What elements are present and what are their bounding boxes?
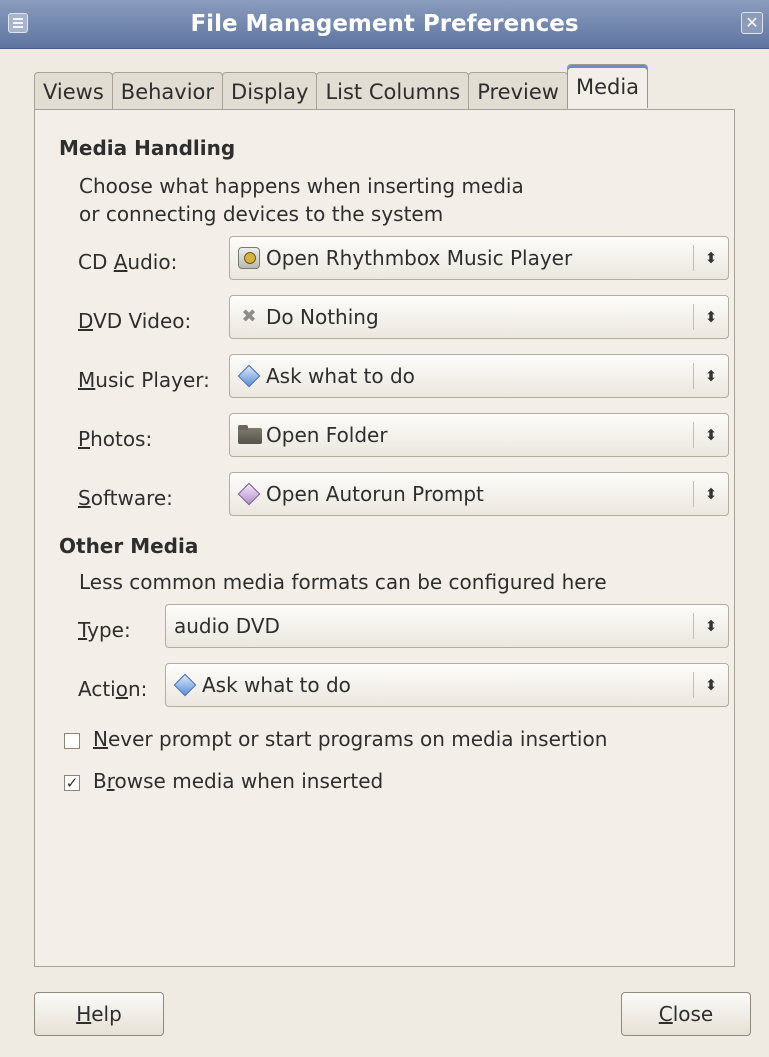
action-label: Action:	[78, 677, 148, 701]
type-label: Type:	[78, 618, 131, 642]
dvd-video-value: Do Nothing	[266, 305, 379, 329]
ask-icon	[174, 674, 196, 696]
help-button[interactable]: Help	[34, 992, 164, 1036]
folder-icon	[238, 424, 262, 446]
up-down-arrow-icon: ⬍	[704, 426, 718, 444]
never-prompt-checkbox[interactable]	[64, 733, 80, 749]
media-handling-description-2: or connecting devices to the system	[79, 202, 444, 226]
other-media-description: Less common media formats can be configu…	[79, 570, 607, 594]
browse-media-label[interactable]: Browse media when inserted	[93, 769, 383, 793]
photos-label: Photos:	[78, 427, 153, 451]
do-nothing-icon: ✖	[241, 306, 257, 327]
music-player-combo[interactable]: Ask what to do ⬍	[229, 354, 729, 398]
title-bar: File Management Preferences ✕	[0, 0, 769, 49]
window-title: File Management Preferences	[190, 11, 579, 37]
software-value: Open Autorun Prompt	[266, 482, 484, 506]
dvd-video-label: DVD Video:	[78, 309, 192, 333]
close-icon[interactable]: ✕	[741, 12, 763, 34]
photos-combo[interactable]: Open Folder ⬍	[229, 413, 729, 457]
cd-audio-label: CD Audio:	[78, 250, 178, 274]
type-combo[interactable]: audio DVD ⬍	[165, 604, 729, 648]
autorun-icon	[238, 483, 260, 505]
music-player-label: Music Player:	[78, 368, 210, 392]
up-down-arrow-icon: ⬍	[704, 676, 718, 694]
cd-audio-value: Open Rhythmbox Music Player	[266, 246, 573, 270]
media-handling-heading: Media Handling	[59, 136, 236, 160]
browse-media-checkbox[interactable]: ✓	[64, 775, 80, 791]
ask-icon	[238, 365, 260, 387]
tab-media[interactable]: Media	[566, 64, 649, 108]
close-button[interactable]: Close	[621, 992, 751, 1036]
up-down-arrow-icon: ⬍	[704, 485, 718, 503]
up-down-arrow-icon: ⬍	[704, 617, 718, 635]
up-down-arrow-icon: ⬍	[704, 249, 718, 267]
software-combo[interactable]: Open Autorun Prompt ⬍	[229, 472, 729, 516]
action-combo[interactable]: Ask what to do ⬍	[165, 663, 729, 707]
tab-preview[interactable]: Preview	[468, 72, 568, 110]
up-down-arrow-icon: ⬍	[704, 308, 718, 326]
media-tab-panel: Media Handling Choose what happens when …	[34, 109, 735, 967]
tab-views[interactable]: Views	[34, 72, 113, 110]
rhythmbox-icon	[238, 247, 260, 269]
tab-bar: Views Behavior Display List Columns Prev…	[34, 64, 649, 110]
media-handling-description-1: Choose what happens when inserting media	[79, 174, 524, 198]
cd-audio-combo[interactable]: Open Rhythmbox Music Player ⬍	[229, 236, 729, 280]
software-label: Software:	[78, 486, 173, 510]
tab-behavior[interactable]: Behavior	[111, 72, 224, 110]
never-prompt-label[interactable]: Never prompt or start programs on media …	[93, 727, 607, 751]
action-value: Ask what to do	[202, 673, 351, 697]
tab-display[interactable]: Display	[222, 72, 318, 110]
dvd-video-combo[interactable]: ✖ Do Nothing ⬍	[229, 295, 729, 339]
up-down-arrow-icon: ⬍	[704, 367, 718, 385]
tab-list-columns[interactable]: List Columns	[316, 72, 470, 110]
type-value: audio DVD	[174, 614, 280, 638]
photos-value: Open Folder	[266, 423, 388, 447]
music-player-value: Ask what to do	[266, 364, 415, 388]
other-media-heading: Other Media	[59, 534, 199, 558]
checkmark-icon: ✓	[65, 774, 79, 792]
